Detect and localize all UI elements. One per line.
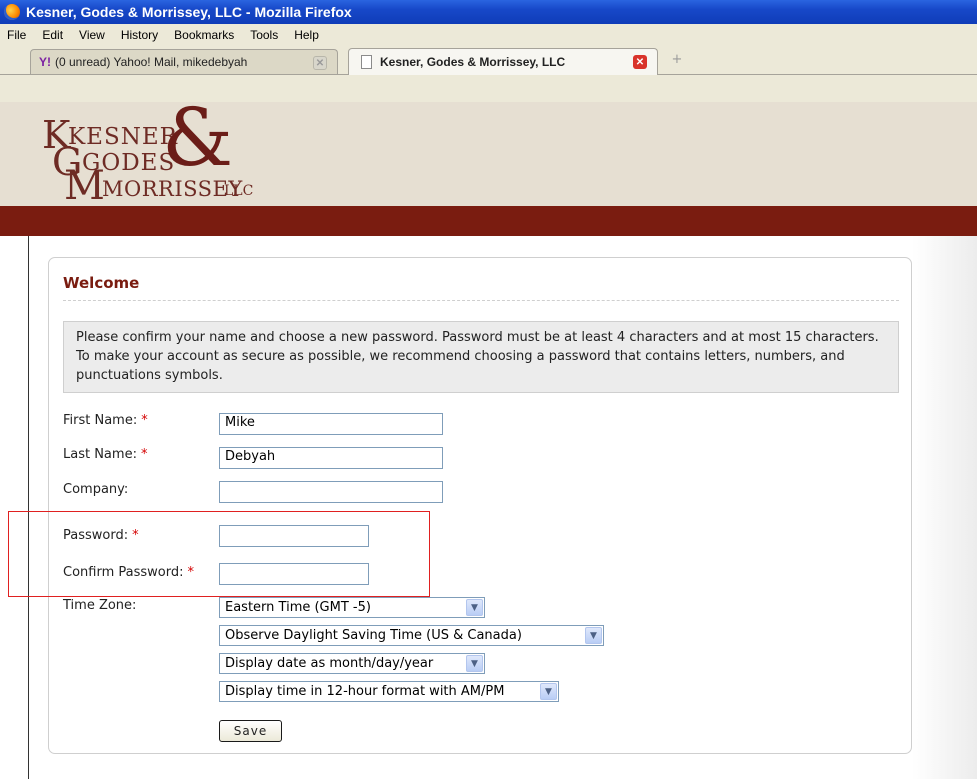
page-icon	[361, 55, 372, 69]
menu-view[interactable]: View	[71, 28, 113, 42]
required-marker: *	[141, 413, 148, 428]
time-zone-select[interactable]: Eastern Time (GMT -5) ▼	[219, 597, 485, 618]
company-label: Company:	[63, 482, 129, 497]
tab-yahoo-mail[interactable]: Y! (0 unread) Yahoo! Mail, mikedebyah ✕	[30, 49, 338, 74]
chevron-down-icon[interactable]: ▼	[585, 627, 602, 644]
tab-close-icon[interactable]: ✕	[633, 55, 647, 69]
password-highlight-box	[8, 511, 430, 597]
password-notice: Please confirm your name and choose a ne…	[63, 321, 899, 393]
menu-tools[interactable]: Tools	[242, 28, 286, 42]
window-title: Kesner, Godes & Morrissey, LLC - Mozilla…	[26, 4, 352, 20]
time-zone-label: Time Zone:	[63, 598, 137, 613]
tab-close-icon[interactable]: ✕	[313, 56, 327, 70]
header-band	[0, 206, 977, 236]
company-field[interactable]	[219, 481, 443, 503]
menu-history[interactable]: History	[113, 28, 166, 42]
page-right-gutter	[912, 236, 977, 779]
menu-file[interactable]: File	[0, 28, 34, 42]
menu-bookmarks[interactable]: Bookmarks	[166, 28, 242, 42]
yahoo-icon: Y!	[39, 55, 51, 69]
firm-logo[interactable]: K KESNER G GODES M MORRISSEY LLC &	[42, 98, 292, 207]
save-button[interactable]: Save	[219, 720, 282, 742]
welcome-panel: Welcome Please confirm your name and cho…	[48, 257, 912, 754]
last-name-label: Last Name: *	[63, 447, 148, 462]
first-name-field[interactable]: Mike	[219, 413, 443, 435]
chevron-down-icon[interactable]: ▼	[466, 599, 483, 616]
tab-label: Kesner, Godes & Morrissey, LLC	[380, 55, 566, 69]
firefox-icon	[4, 4, 20, 20]
title-divider	[63, 300, 899, 301]
first-name-label: First Name: *	[63, 413, 148, 428]
tab-kesner[interactable]: Kesner, Godes & Morrissey, LLC ✕	[348, 48, 658, 75]
required-marker: *	[140, 447, 148, 462]
site-header: K KESNER G GODES M MORRISSEY LLC &	[0, 98, 977, 207]
tab-bar: Y! (0 unread) Yahoo! Mail, mikedebyah ✕ …	[0, 46, 977, 102]
panel-title: Welcome	[63, 274, 140, 292]
page-left-border	[28, 236, 29, 779]
menu-edit[interactable]: Edit	[34, 28, 71, 42]
time-format-select[interactable]: Display time in 12-hour format with AM/P…	[219, 681, 559, 702]
dst-select[interactable]: Observe Daylight Saving Time (US & Canad…	[219, 625, 604, 646]
new-tab-icon[interactable]: +	[664, 52, 690, 74]
date-format-select[interactable]: Display date as month/day/year ▼	[219, 653, 485, 674]
menu-help[interactable]: Help	[286, 28, 327, 42]
chevron-down-icon[interactable]: ▼	[466, 655, 483, 672]
tab-label: (0 unread) Yahoo! Mail, mikedebyah	[55, 55, 248, 69]
chevron-down-icon[interactable]: ▼	[540, 683, 557, 700]
last-name-field[interactable]: Debyah	[219, 447, 443, 469]
window-title-bar: Kesner, Godes & Morrissey, LLC - Mozilla…	[0, 0, 977, 24]
menu-bar: File Edit View History Bookmarks Tools H…	[0, 24, 977, 47]
